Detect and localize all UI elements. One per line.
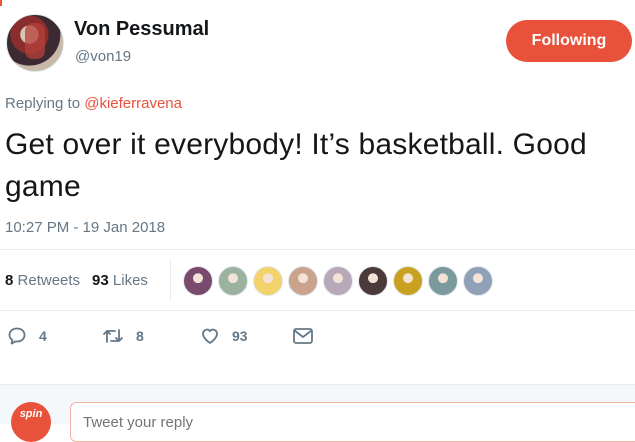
author-handle[interactable]: @von19 (75, 48, 131, 65)
stats-separator (170, 258, 171, 302)
liker-avatar[interactable] (253, 266, 283, 296)
liker-avatar[interactable] (428, 266, 458, 296)
tweet-timestamp[interactable]: 10:27 PM - 19 Jan 2018 (5, 219, 165, 236)
liker-avatar[interactable] (463, 266, 493, 296)
likes-count: 93 (92, 272, 109, 289)
likes-stat[interactable]: 93 Likes (92, 272, 148, 289)
direct-message-button[interactable] (292, 327, 314, 345)
reply-input[interactable] (70, 402, 635, 442)
liker-avatar[interactable] (393, 266, 423, 296)
retweets-count: 8 (5, 272, 14, 289)
retweets-stat[interactable]: 8 Retweets (5, 272, 80, 289)
liker-avatar[interactable] (218, 266, 248, 296)
liker-avatar[interactable] (288, 266, 318, 296)
retweet-count: 8 (136, 328, 144, 344)
replying-to-label: Replying to (5, 95, 81, 112)
replying-to: Replying to @kieferravena (5, 95, 182, 112)
envelope-icon (292, 327, 314, 345)
divider (0, 249, 635, 250)
tweet-text: Get over it everybody! It’s basketball. … (5, 128, 587, 203)
tweet-stats: 8 Retweets 93 Likes (5, 272, 148, 289)
liker-avatar[interactable] (358, 266, 388, 296)
current-user-avatar: spin (11, 402, 51, 442)
retweets-label: Retweets (17, 272, 81, 289)
retweet-button[interactable]: 8 (102, 326, 200, 346)
following-button[interactable]: Following (506, 20, 632, 62)
tweet-header: Von Pessumal @von19 Following (0, 0, 635, 85)
reply-mention-link[interactable]: @kieferravena (84, 95, 182, 112)
like-button[interactable]: 93 (200, 326, 292, 346)
retweet-icon (102, 326, 124, 346)
heart-icon (200, 326, 220, 346)
reply-count: 4 (39, 328, 47, 344)
author-name[interactable]: Von Pessumal (74, 18, 209, 41)
reply-button[interactable]: 4 (7, 326, 102, 346)
like-count: 93 (232, 328, 248, 344)
divider (0, 310, 635, 311)
author-avatar[interactable] (6, 14, 64, 72)
reply-icon (7, 326, 27, 346)
likes-label: Likes (112, 272, 148, 289)
liker-avatar[interactable] (323, 266, 353, 296)
tweet-actions: 4 8 93 (7, 326, 314, 346)
liker-avatar[interactable] (183, 266, 213, 296)
liker-avatars (183, 266, 493, 296)
